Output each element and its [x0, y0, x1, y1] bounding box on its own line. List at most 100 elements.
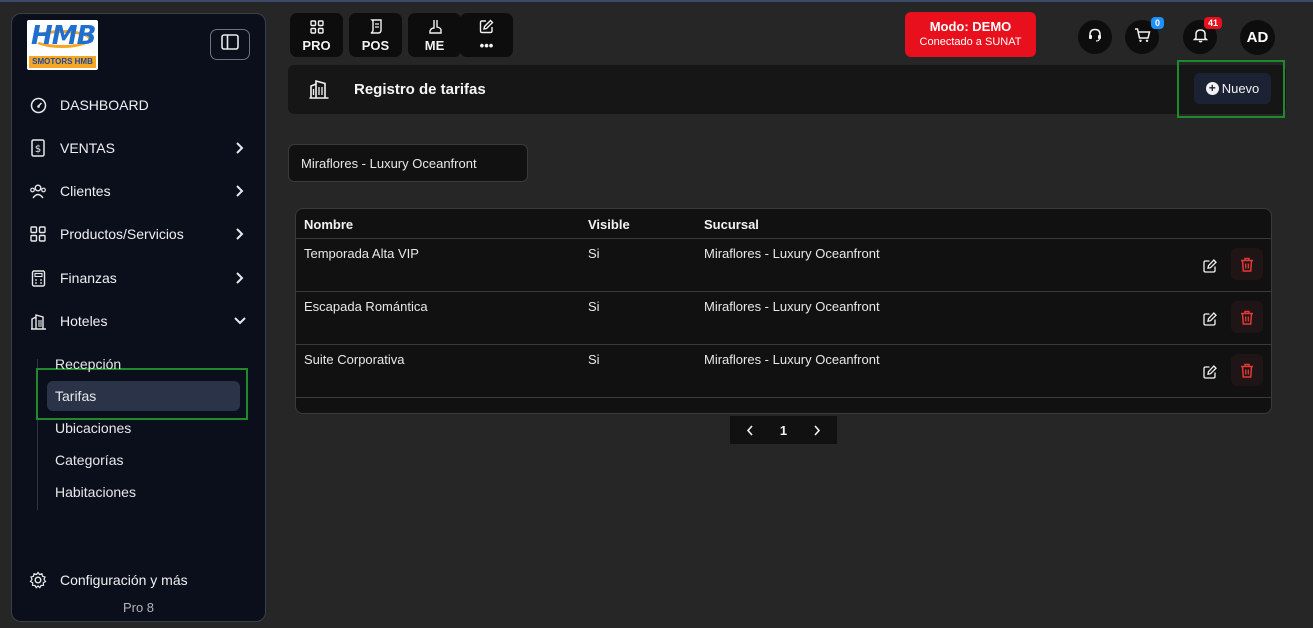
chevron-right-icon: [814, 424, 821, 436]
new-tariff-button[interactable]: + Nuevo: [1194, 73, 1271, 104]
cart-icon: [1134, 27, 1151, 48]
quick-more-button[interactable]: •••: [460, 13, 513, 57]
sidebar-item-ventas[interactable]: $ VENTAS: [28, 134, 254, 162]
sidebar-item-dashboard[interactable]: DASHBOARD: [28, 91, 254, 119]
sidebar-subitem-recepcion[interactable]: Recepción: [55, 356, 121, 372]
edit-icon: [1203, 365, 1217, 379]
version-label: Pro 8: [122, 600, 155, 615]
chevron-right-icon: [230, 138, 250, 158]
edit-row-button[interactable]: [1199, 361, 1221, 383]
sidebar-subitem-habitaciones[interactable]: Habitaciones: [55, 484, 136, 500]
cell-visible: Si: [588, 352, 600, 367]
notification-count-badge: 41: [1204, 17, 1223, 29]
headset-icon: [1087, 27, 1103, 48]
pagination: 1: [730, 416, 837, 444]
cell-nombre: Suite Corporativa: [304, 352, 405, 367]
sidebar: HMB SMOTORS HMB DASHBOARD $ VENTAS Clien…: [11, 13, 266, 622]
delete-row-button[interactable]: [1231, 248, 1263, 280]
trash-icon: [1241, 257, 1253, 272]
delete-row-button[interactable]: [1231, 301, 1263, 333]
delete-row-button[interactable]: [1231, 354, 1263, 386]
table-footer-divider: [296, 397, 1271, 398]
sidebar-subitem-tarifas[interactable]: Tarifas: [55, 388, 96, 404]
sidebar-subitem-ubicaciones[interactable]: Ubicaciones: [55, 420, 131, 436]
sidebar-item-hoteles[interactable]: Hoteles: [28, 307, 254, 335]
demo-mode-subtitle: Conectado a SUNAT: [919, 36, 1022, 48]
user-avatar[interactable]: AD: [1240, 20, 1275, 55]
sidebar-item-productos[interactable]: Productos/Servicios: [28, 220, 254, 248]
grid-icon: [309, 18, 324, 36]
quick-button-label: POS: [361, 37, 390, 53]
window-top-border: [0, 0, 1313, 2]
table-row: Temporada Alta VIP Si Miraflores - Luxur…: [296, 238, 1271, 291]
quick-pro-button[interactable]: PRO: [290, 13, 343, 57]
sidebar-panel-icon: [221, 34, 239, 55]
sidebar-item-configuracion[interactable]: Configuración y más: [28, 570, 188, 590]
trash-icon: [1241, 310, 1253, 325]
sidebar-item-label: Clientes: [60, 183, 111, 199]
edit-row-button[interactable]: [1199, 308, 1221, 330]
sidebar-item-label: Productos/Servicios: [60, 226, 184, 242]
sidebar-item-label: DASHBOARD: [60, 97, 149, 113]
plus-circle-icon: +: [1205, 82, 1219, 95]
grid-icon: [28, 224, 48, 244]
previous-page-button[interactable]: [740, 420, 760, 440]
quick-button-label: •••: [479, 37, 494, 53]
gear-icon: [28, 570, 48, 590]
cell-visible: Si: [588, 246, 600, 261]
sidebar-toggle-button[interactable]: [210, 29, 250, 60]
chevron-down-icon: [230, 311, 250, 331]
sidebar-subitem-categorias[interactable]: Categorías: [55, 452, 123, 468]
chevron-left-icon: [746, 424, 753, 436]
receipt-icon: [369, 18, 383, 36]
sidebar-item-label: VENTAS: [60, 140, 115, 156]
table-row: Suite Corporativa Si Miraflores - Luxury…: [296, 344, 1271, 397]
quick-button-label: ME: [424, 37, 445, 53]
config-label: Configuración y más: [60, 572, 188, 588]
sidebar-item-finanzas[interactable]: Finanzas: [28, 264, 254, 292]
building-icon: [28, 311, 48, 331]
sidebar-item-label: Finanzas: [60, 270, 117, 286]
chevron-right-icon: [230, 268, 250, 288]
current-page-number[interactable]: 1: [780, 423, 787, 438]
cart-count-badge: 0: [1151, 17, 1165, 29]
column-header-sucursal[interactable]: Sucursal: [704, 217, 759, 232]
chevron-right-icon: [230, 181, 250, 201]
logo-subtext: SMOTORS HMB: [29, 56, 96, 68]
edit-icon: [1203, 259, 1217, 273]
sidebar-item-label: Hoteles: [60, 313, 108, 329]
demo-mode-title: Modo: DEMO: [929, 19, 1012, 34]
edit-icon: [479, 18, 494, 36]
company-logo[interactable]: HMB SMOTORS HMB: [27, 20, 98, 70]
table-row: Escapada Romántica Si Miraflores - Luxur…: [296, 291, 1271, 344]
column-header-nombre[interactable]: Nombre: [304, 217, 353, 232]
cell-sucursal: Miraflores - Luxury Oceanfront: [704, 246, 880, 261]
trash-icon: [1241, 363, 1253, 378]
gauge-icon: [28, 95, 48, 115]
tariffs-table: Nombre Visible Sucursal Temporada Alta V…: [295, 208, 1272, 414]
column-header-visible[interactable]: Visible: [588, 217, 630, 232]
receipt-icon: $: [28, 138, 48, 158]
quick-me-button[interactable]: ME: [408, 13, 461, 57]
demo-mode-badge[interactable]: Modo: DEMO Conectado a SUNAT: [905, 12, 1036, 57]
quick-pos-button[interactable]: POS: [349, 13, 402, 57]
users-icon: [28, 181, 48, 201]
new-button-label: Nuevo: [1221, 81, 1260, 96]
quick-button-label: PRO: [302, 37, 331, 53]
edit-icon: [1203, 312, 1217, 326]
branch-select[interactable]: Miraflores - Luxury Oceanfront: [288, 144, 528, 182]
chevron-right-icon: [230, 224, 250, 244]
edit-row-button[interactable]: [1199, 255, 1221, 277]
support-button[interactable]: [1078, 20, 1112, 54]
cell-nombre: Temporada Alta VIP: [304, 246, 419, 261]
page-title: Registro de tarifas: [354, 81, 486, 98]
sidebar-item-clientes[interactable]: Clientes: [28, 177, 254, 205]
cell-sucursal: Miraflores - Luxury Oceanfront: [704, 299, 880, 314]
cell-sucursal: Miraflores - Luxury Oceanfront: [704, 352, 880, 367]
building-icon: [308, 78, 330, 105]
bell-icon: [1192, 27, 1208, 48]
svg-text:$: $: [35, 144, 41, 155]
next-page-button[interactable]: [807, 420, 827, 440]
cell-visible: Si: [588, 299, 600, 314]
logo-text: HMB: [31, 21, 96, 51]
